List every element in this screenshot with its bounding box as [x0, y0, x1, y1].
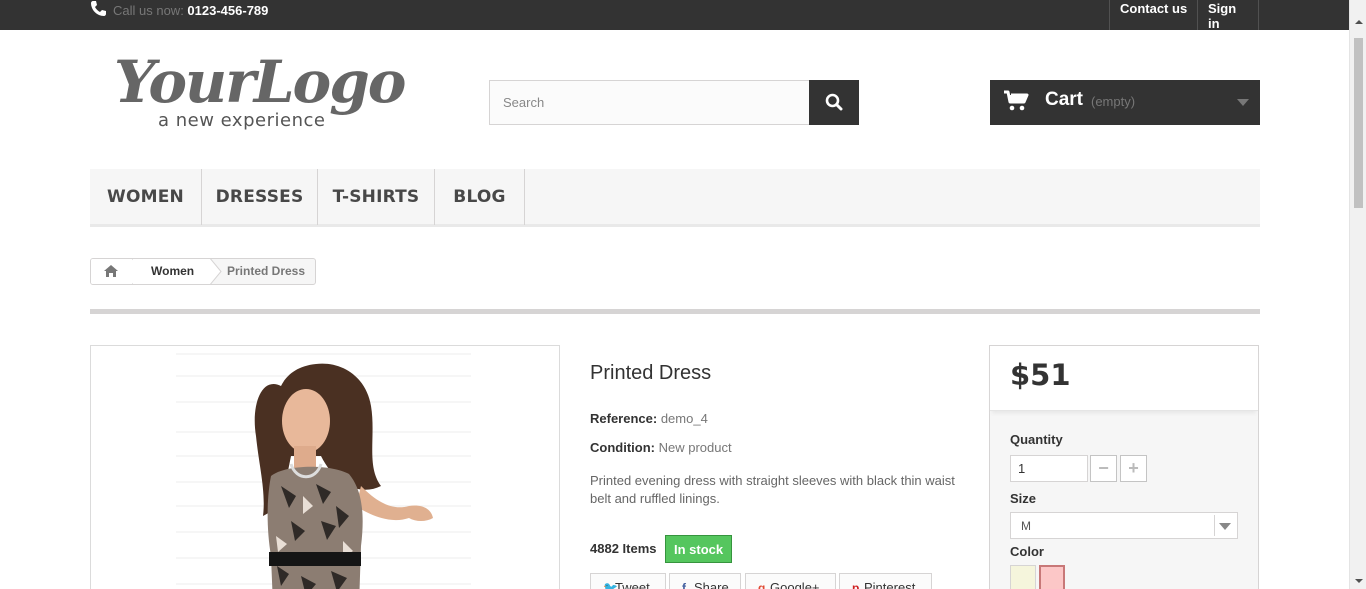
- pinterest-icon: p: [852, 581, 860, 589]
- breadcrumb-current: Printed Dress: [227, 264, 306, 278]
- share-button[interactable]: f Share: [669, 573, 741, 589]
- top-bar: Call us now: 0123-456-789 Contact us Sig…: [0, 0, 1349, 31]
- chevron-down-icon: [1214, 515, 1235, 536]
- product-condition: Condition: New product: [590, 440, 732, 455]
- size-label: Size: [1010, 491, 1037, 506]
- quantity-label: Quantity: [1010, 432, 1063, 447]
- buy-box: $51 Quantity − + Size M Color: [989, 345, 1259, 589]
- stock-badge: In stock: [665, 535, 733, 563]
- breadcrumb: Women Printed Dress: [90, 258, 316, 285]
- product-price: $51: [1010, 358, 1071, 392]
- price-area: $51: [990, 346, 1258, 411]
- facebook-icon: f: [682, 581, 686, 589]
- cart-label: Cart: [1045, 89, 1084, 110]
- color-swatch-beige[interactable]: [1010, 565, 1036, 589]
- phone-icon: [91, 1, 106, 16]
- cart-button[interactable]: Cart (empty): [990, 80, 1260, 125]
- scroll-up-icon[interactable]: [1355, 20, 1363, 24]
- color-swatch-pink[interactable]: [1039, 565, 1065, 589]
- pinterest-button[interactable]: p Pinterest: [839, 573, 932, 589]
- product-description: Printed evening dress with straight slee…: [590, 473, 955, 506]
- call-us-text: Call us now: 0123-456-789: [113, 3, 269, 18]
- size-select[interactable]: M: [1010, 512, 1238, 539]
- size-selected-value: M: [1021, 519, 1031, 533]
- search-input[interactable]: [489, 80, 810, 125]
- google-plus-icon: g: [758, 581, 766, 589]
- contact-us-link[interactable]: Contact us: [1109, 0, 1198, 30]
- cart-status: (empty): [1091, 94, 1136, 109]
- product-photo: [176, 353, 471, 589]
- plus-icon[interactable]: +: [1120, 455, 1147, 482]
- logo-tagline: a new experience: [158, 110, 326, 131]
- tweet-button[interactable]: 🐦Tweet: [590, 573, 666, 589]
- product-title: Printed Dress: [590, 362, 712, 384]
- logo-wordmark: YourLogo: [114, 48, 406, 116]
- main-menu: WOMEN DRESSES T-SHIRTS BLOG: [90, 169, 1260, 227]
- section-divider: [90, 309, 1260, 314]
- chevron-down-icon: [1237, 99, 1249, 106]
- google-plus-button[interactable]: g Google+: [745, 573, 836, 589]
- breadcrumb-separator: [209, 259, 222, 284]
- menu-item-dresses[interactable]: DRESSES: [202, 169, 318, 225]
- sign-in-link[interactable]: Sign in: [1197, 0, 1259, 31]
- product-quantity-available: 4882 Items: [590, 541, 657, 556]
- scroll-thumb[interactable]: [1354, 38, 1363, 208]
- cart-icon: [1004, 90, 1029, 111]
- site-logo[interactable]: YourLogo a new experience: [114, 48, 406, 142]
- page-scrollbar[interactable]: [1349, 0, 1366, 589]
- scroll-down-icon[interactable]: [1355, 579, 1363, 583]
- product-image[interactable]: [90, 345, 560, 589]
- twitter-icon: 🐦: [603, 581, 618, 589]
- home-icon: [104, 265, 118, 277]
- menu-item-tshirts[interactable]: T-SHIRTS: [318, 169, 435, 225]
- phone-number: 0123-456-789: [187, 3, 269, 18]
- product-reference: Reference: demo_4: [590, 411, 708, 426]
- menu-item-women[interactable]: WOMEN: [90, 169, 202, 225]
- search-icon: [825, 93, 843, 111]
- minus-icon[interactable]: −: [1090, 455, 1117, 482]
- quantity-input[interactable]: [1010, 455, 1088, 482]
- menu-item-blog[interactable]: BLOG: [435, 169, 525, 225]
- color-label: Color: [1010, 544, 1044, 559]
- search-button[interactable]: [809, 80, 859, 125]
- breadcrumb-women[interactable]: Women: [133, 259, 211, 284]
